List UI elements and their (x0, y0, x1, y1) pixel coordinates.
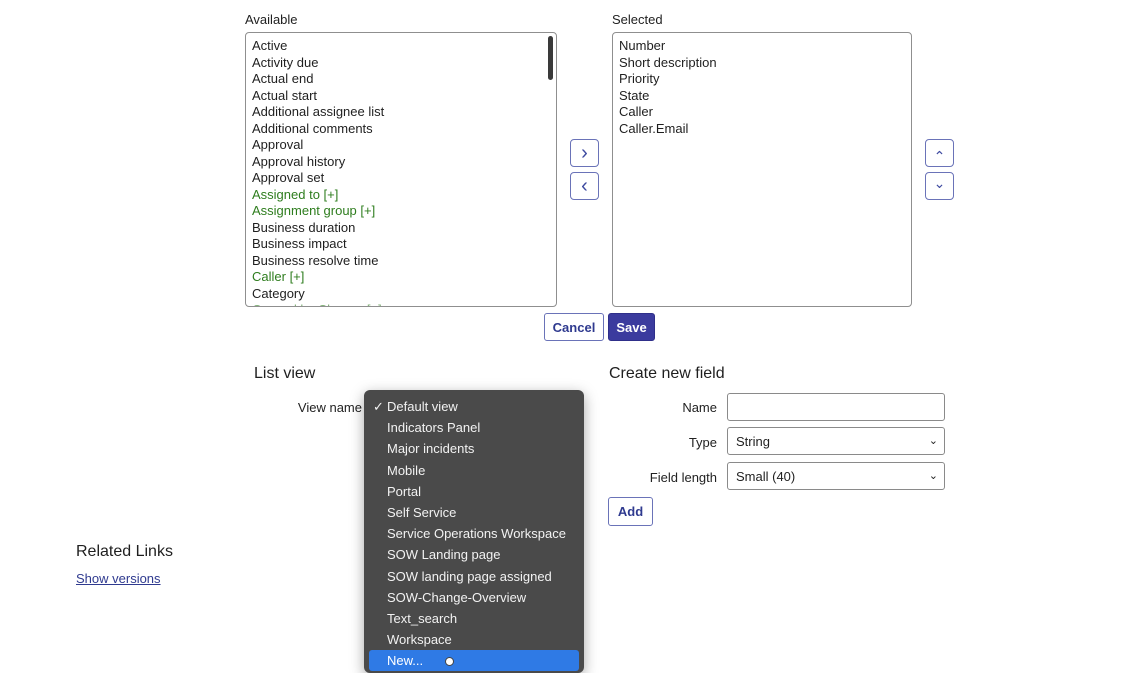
available-field-option[interactable]: Additional assignee list (252, 104, 556, 121)
selected-label: Selected (612, 12, 663, 27)
selected-field-option[interactable]: Caller.Email (619, 121, 911, 138)
name-label: Name (682, 400, 717, 415)
remove-from-selected-button[interactable]: ‹ (570, 172, 599, 200)
chevron-down-icon: ⌄ (928, 470, 938, 482)
view-option-label: Workspace (387, 632, 452, 648)
view-option[interactable]: New... (369, 650, 579, 672)
related-links-title: Related Links (76, 543, 173, 560)
move-up-button[interactable]: ⌃ (925, 139, 954, 167)
move-down-button[interactable]: ⌄ (925, 172, 954, 200)
view-option[interactable]: Service Operations Workspace (369, 523, 579, 544)
checkmark-icon: ✓ (373, 399, 384, 414)
available-field-option[interactable]: Assignment group [+] (252, 203, 556, 220)
available-field-option[interactable]: Caused by Change [+] (252, 302, 556, 306)
view-option[interactable]: SOW-Change-Overview (369, 587, 579, 608)
available-field-option[interactable]: Activity due (252, 55, 556, 72)
available-field-option[interactable]: Business duration (252, 220, 556, 237)
type-select-value: String (736, 433, 770, 449)
available-field-option[interactable]: Category (252, 286, 556, 303)
view-option[interactable]: Text_search (369, 608, 579, 629)
view-option[interactable]: Major incidents (369, 438, 579, 459)
chevron-left-icon: ‹ (581, 175, 588, 197)
view-option[interactable]: Indicators Panel (369, 417, 579, 438)
available-label: Available (245, 12, 298, 27)
chevron-up-icon: ⌃ (933, 148, 946, 164)
view-option-label: SOW landing page assigned (387, 568, 552, 584)
scrollbar-thumb[interactable] (548, 36, 553, 80)
selected-field-option[interactable]: Priority (619, 71, 911, 88)
view-name-label: View name (297, 400, 362, 415)
name-input[interactable] (727, 393, 945, 421)
available-field-option[interactable]: Actual start (252, 88, 556, 105)
view-option-label: Service Operations Workspace (387, 526, 566, 542)
available-fields-list[interactable]: Active Activity due Actual end Actual start… (245, 32, 557, 307)
available-field-option[interactable]: Additional comments (252, 121, 556, 138)
field-length-select[interactable]: Small (40) ⌄ (727, 462, 945, 490)
view-option-label: Portal (387, 483, 421, 499)
view-option[interactable]: ✓ Default view (369, 396, 579, 417)
view-option[interactable]: SOW landing page assigned (369, 566, 579, 587)
create-new-field-title: Create new field (609, 365, 725, 382)
cancel-button[interactable]: Cancel (544, 313, 604, 341)
type-label: Type (688, 435, 717, 450)
selected-fields-list[interactable]: Number Short description Priority State Call… (612, 32, 912, 307)
type-select[interactable]: String ⌄ (727, 427, 945, 455)
available-field-option[interactable]: Approval (252, 137, 556, 154)
view-option-label: Self Service (387, 504, 457, 520)
available-field-option[interactable]: Active (252, 38, 556, 55)
view-option[interactable]: Self Service (369, 502, 579, 523)
view-name-dropdown-menu[interactable]: ✓ Default view Indicators Panel Major incid… (364, 390, 584, 673)
list-view-title: List view (254, 365, 316, 382)
view-option-label: SOW Landing page (387, 547, 501, 563)
save-button[interactable]: Save (608, 313, 655, 341)
view-option-label: New... (387, 653, 424, 669)
field-length-select-value: Small (40) (736, 468, 796, 484)
add-field-button[interactable]: Add (608, 497, 653, 526)
view-option[interactable]: SOW Landing page (369, 544, 579, 565)
view-option-label: SOW-Change-Overview (387, 589, 527, 605)
chevron-right-icon: › (581, 142, 588, 164)
selected-field-option[interactable]: Caller (619, 104, 911, 121)
view-option-label: Mobile (387, 462, 426, 478)
available-field-option[interactable]: Business resolve time (252, 253, 556, 270)
available-field-option[interactable]: Approval set (252, 170, 556, 187)
chevron-down-icon: ⌄ (928, 435, 938, 447)
selected-field-option[interactable]: Short description (619, 55, 911, 72)
field-length-label: Field length (649, 470, 717, 485)
show-versions-link[interactable]: Show versions (76, 571, 161, 586)
view-option-label: Default view (387, 399, 458, 414)
view-option[interactable]: Workspace (369, 629, 579, 650)
available-field-option[interactable]: Assigned to [+] (252, 187, 556, 204)
mouse-cursor (445, 657, 454, 666)
available-field-option[interactable]: Actual end (252, 71, 556, 88)
available-field-option[interactable]: Caller [+] (252, 269, 556, 286)
view-option-label: Indicators Panel (387, 420, 481, 436)
selected-field-option[interactable]: Number (619, 38, 911, 55)
view-option-label: Text_search (387, 610, 458, 626)
add-to-selected-button[interactable]: › (570, 139, 599, 167)
chevron-down-icon: ⌄ (933, 175, 946, 191)
view-option[interactable]: Portal (369, 481, 579, 502)
selected-field-option[interactable]: State (619, 88, 911, 105)
view-option[interactable]: Mobile (369, 460, 579, 481)
view-option-label: Major incidents (387, 441, 475, 457)
available-field-option[interactable]: Approval history (252, 154, 556, 171)
available-field-option[interactable]: Business impact (252, 236, 556, 253)
